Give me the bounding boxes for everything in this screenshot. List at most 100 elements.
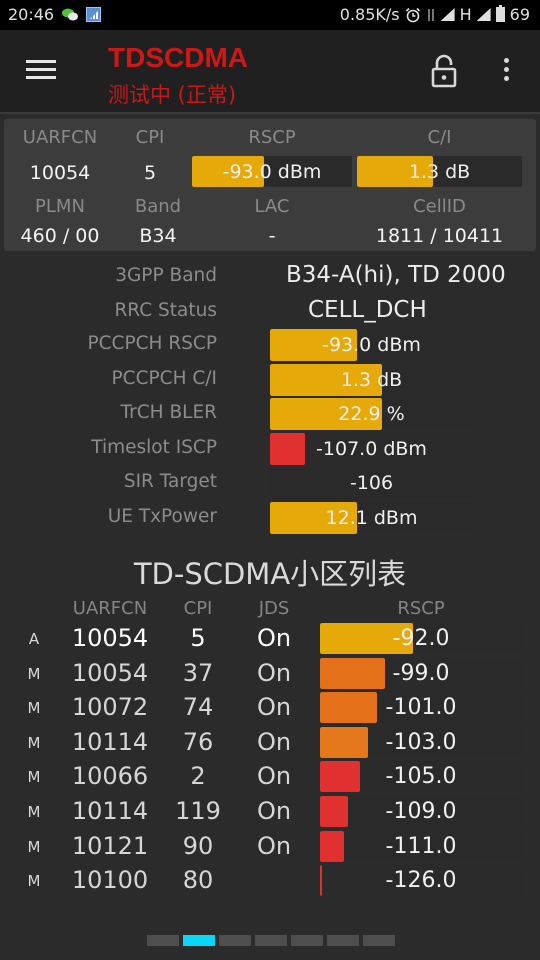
page-dot[interactable] bbox=[219, 935, 251, 946]
cell-row[interactable]: M 10100 80 -126.0 bbox=[0, 865, 540, 899]
lock-open-icon[interactable] bbox=[431, 54, 457, 88]
app-title: TDSCDMA bbox=[108, 42, 248, 73]
cellid-label: CellID bbox=[413, 196, 466, 217]
cell-rscp-bar: -105.0 bbox=[320, 761, 522, 793]
rscp-bar: -93.0 dBm bbox=[192, 156, 352, 187]
wechat-icon bbox=[62, 8, 78, 21]
alarm-icon bbox=[405, 7, 420, 22]
signal-icon bbox=[440, 8, 455, 21]
cell-row[interactable]: A 10054 5 On -92.0 bbox=[0, 623, 540, 657]
uarfcn-label: UARFCN bbox=[22, 127, 98, 148]
cell-type: A bbox=[28, 630, 40, 648]
pccpch-c-i-value: 1.3 dB bbox=[340, 368, 403, 391]
status-bar: 20:46 0.85K/s H 69 bbox=[0, 0, 540, 30]
battery-icon bbox=[495, 5, 505, 22]
cell-jds: On bbox=[256, 727, 292, 756]
uarfcn-value: 10054 bbox=[29, 162, 91, 184]
plmn-label: PLMN bbox=[35, 196, 85, 217]
battery-level: 69 bbox=[509, 5, 530, 24]
cell-list-title: TD-SCDMA小区列表 bbox=[133, 557, 407, 591]
cell-rscp-value: -109.0 bbox=[385, 799, 457, 824]
cell-row[interactable]: M 10072 74 On -101.0 bbox=[0, 692, 540, 726]
col-rscp: RSCP bbox=[397, 598, 445, 619]
cell-cpi: 74 bbox=[182, 693, 214, 722]
cell-cpi: 90 bbox=[182, 831, 214, 860]
trch-bler-value: 22.9 % bbox=[338, 403, 405, 426]
timeslot-iscp-label: Timeslot ISCP bbox=[91, 436, 217, 458]
cell-rscp-value: -111.0 bbox=[385, 833, 457, 859]
rscp-value: -93.0 dBm bbox=[222, 160, 322, 183]
cell-uarfcn: 10054 bbox=[71, 658, 149, 687]
more-vert-icon[interactable] bbox=[498, 58, 514, 88]
plmn-value: 460 / 00 bbox=[20, 225, 100, 247]
cell-cpi: 37 bbox=[182, 658, 214, 687]
page-dot[interactable] bbox=[363, 935, 395, 946]
status-right: 0.85K/s H 69 bbox=[340, 5, 530, 24]
timeslot-iscp-value: -107.0 dBm bbox=[316, 437, 427, 460]
pccpch-rscp-bar: -93.0 dBm bbox=[270, 329, 473, 361]
cell-uarfcn: 10100 bbox=[71, 866, 149, 895]
signal-icon-2 bbox=[476, 8, 491, 21]
cpi-value: 5 bbox=[143, 162, 157, 184]
lac-label: LAC bbox=[254, 196, 290, 217]
cell-rscp-bar: -99.0 bbox=[320, 657, 522, 689]
trch-bler-label: TrCH BLER bbox=[120, 402, 217, 424]
sir-target-bar: -106 bbox=[270, 467, 473, 500]
cell-row[interactable]: M 10114 119 On -109.0 bbox=[0, 796, 540, 830]
cell-type: M bbox=[27, 837, 41, 856]
app-bar: TDSCDMA 测试中 (正常) bbox=[0, 30, 540, 114]
net-speed: 0.85K/s bbox=[339, 5, 400, 24]
cell-jds: On bbox=[256, 762, 292, 791]
col-jds: JDS bbox=[258, 598, 290, 619]
cell-rscp-value: -105.0 bbox=[385, 764, 457, 790]
page-dot[interactable] bbox=[147, 935, 179, 946]
page-dot[interactable] bbox=[255, 935, 287, 946]
cell-rscp-bar: -101.0 bbox=[320, 692, 522, 724]
cell-rscp-bar: -92.0 bbox=[320, 623, 522, 654]
cell-rscp-value: -103.0 bbox=[385, 729, 457, 755]
col-uarfcn: UARFCN bbox=[72, 598, 148, 619]
cellid-value: 1811 / 10411 bbox=[375, 225, 504, 247]
cell-type: M bbox=[27, 768, 41, 787]
cell-rscp-bar: -126.0 bbox=[320, 865, 522, 897]
sir-target-label: SIR Target bbox=[123, 471, 217, 493]
cell-uarfcn: 10072 bbox=[71, 693, 149, 722]
page-dot[interactable] bbox=[327, 935, 359, 946]
cell-row[interactable]: M 10121 90 On -111.0 bbox=[0, 830, 540, 865]
cell-rscp-bar: -111.0 bbox=[320, 830, 522, 862]
app-subtitle: 测试中 (正常) bbox=[108, 83, 237, 107]
band-label: Band bbox=[134, 196, 182, 217]
page-dot[interactable] bbox=[291, 935, 323, 946]
cell-cpi: 76 bbox=[182, 727, 214, 756]
signal-app-icon bbox=[86, 7, 101, 22]
cell-jds: On bbox=[256, 831, 292, 860]
cell-cpi: 5 bbox=[190, 624, 206, 652]
cell-uarfcn: 10066 bbox=[71, 762, 149, 791]
band-3gpp-value: B34-A(hi), TD 2000 bbox=[286, 262, 506, 288]
pccpch-rscp-label: PCCPCH RSCP bbox=[87, 333, 217, 354]
pccpch-rscp-value: -93.0 dBm bbox=[322, 334, 421, 356]
ue-txpower-label: UE TxPower bbox=[107, 506, 217, 527]
page-dot[interactable] bbox=[183, 935, 215, 946]
cell-cpi: 80 bbox=[182, 866, 214, 895]
trch-bler-bar: 22.9 % bbox=[270, 398, 473, 431]
rrc-status-label: RRC Status bbox=[114, 300, 217, 321]
cell-row[interactable]: M 10054 37 On -99.0 bbox=[0, 657, 540, 692]
cell-rscp-bar: -103.0 bbox=[320, 726, 522, 758]
cell-jds: On bbox=[256, 624, 292, 652]
network-type-icon: H bbox=[459, 5, 472, 24]
cell-rscp-bar: -109.0 bbox=[320, 796, 522, 827]
cell-row[interactable]: M 10114 76 On -103.0 bbox=[0, 726, 540, 761]
menu-icon[interactable] bbox=[26, 60, 56, 82]
lac-value: - bbox=[268, 225, 276, 247]
ci-label: C/I bbox=[427, 127, 452, 148]
rscp-label: RSCP bbox=[248, 127, 296, 148]
band-3gpp-label: 3GPP Band bbox=[115, 265, 217, 286]
cell-cpi: 2 bbox=[190, 762, 206, 791]
cell-rscp-value: -101.0 bbox=[385, 695, 457, 721]
cell-row[interactable]: M 10066 2 On -105.0 bbox=[0, 761, 540, 795]
cell-type: M bbox=[27, 699, 41, 718]
status-time: 20:46 bbox=[8, 5, 55, 24]
band-value: B34 bbox=[139, 225, 177, 247]
cell-type: M bbox=[27, 733, 41, 752]
